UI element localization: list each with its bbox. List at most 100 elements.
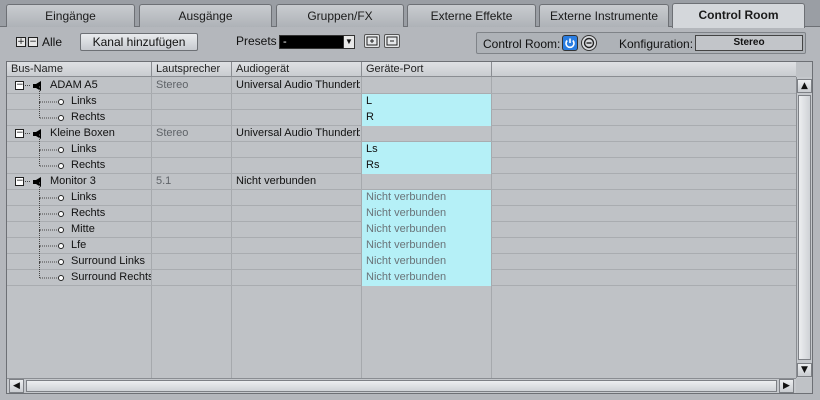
collapse-toggle-icon[interactable]: − <box>15 129 24 138</box>
collapse-toggle-icon[interactable]: − <box>15 177 24 186</box>
horizontal-scroll-thumb[interactable] <box>26 380 777 392</box>
bus-row[interactable]: − Monitor 3 5.1 Nicht verbunden <box>7 174 796 190</box>
device-port-cell[interactable]: Rs <box>362 158 491 174</box>
column-header-device-port[interactable]: Geräte-Port <box>362 62 492 77</box>
scroll-up-button[interactable]: ▲ <box>797 79 812 93</box>
tree-connector <box>25 181 30 182</box>
channel-name[interactable]: Links <box>71 142 151 158</box>
configuration-value[interactable]: Stereo <box>695 35 803 51</box>
channel-name[interactable]: Rechts <box>71 158 151 174</box>
tab-gruppen-fx[interactable]: Gruppen/FX <box>276 4 404 27</box>
bus-name[interactable]: Kleine Boxen <box>50 126 150 142</box>
tab-externe-effekte[interactable]: Externe Effekte <box>407 4 536 27</box>
bus-name[interactable]: Monitor 3 <box>50 174 150 190</box>
scroll-right-button[interactable]: ▶ <box>779 379 794 393</box>
channel-name[interactable]: Rechts <box>71 206 151 222</box>
device-port-cell[interactable]: Nicht verbunden <box>362 190 491 206</box>
column-header-filler <box>492 62 796 77</box>
vertical-scroll-thumb[interactable] <box>798 95 811 360</box>
channel-row[interactable]: Rechts Rs <box>7 150 796 174</box>
audio-device-cell[interactable] <box>236 222 360 238</box>
device-port-cell <box>362 78 491 94</box>
speaker-cell <box>156 110 230 126</box>
delete-preset-icon[interactable] <box>384 34 400 48</box>
channel-name[interactable]: Links <box>71 190 151 206</box>
channel-name[interactable]: Rechts <box>71 110 151 126</box>
audio-device-cell[interactable] <box>236 94 360 110</box>
bus-name[interactable]: ADAM A5 <box>50 78 150 94</box>
channel-name[interactable]: Surround Links <box>71 254 151 270</box>
audio-device-cell[interactable] <box>236 158 360 174</box>
tab-externe-instrumente[interactable]: Externe Instrumente <box>539 4 669 27</box>
plug-icon <box>40 275 64 281</box>
column-header-bus-name[interactable]: Bus-Name <box>7 62 152 77</box>
speaker-cell <box>156 222 230 238</box>
channel-row[interactable]: Mitte Nicht verbunden <box>7 214 796 238</box>
scroll-down-button[interactable]: ▼ <box>797 363 812 377</box>
tree-connector <box>25 85 30 86</box>
column-header-speaker[interactable]: Lautsprecher <box>152 62 232 77</box>
device-port-cell[interactable]: Nicht verbunden <box>362 222 491 238</box>
bus-row[interactable]: − ADAM A5 Stereo Universal Audio Thunderb <box>7 78 796 94</box>
channel-name[interactable]: Lfe <box>71 238 151 254</box>
empty-row <box>7 318 796 334</box>
save-preset-icon[interactable] <box>364 34 380 48</box>
toolbar: + − Alle Kanal hinzufügen Presets - ▼ Co… <box>0 28 820 58</box>
speaker-cell <box>156 142 230 158</box>
presets-dropdown-arrow[interactable]: ▼ <box>343 35 355 49</box>
speaker-icon <box>33 177 41 187</box>
bus-table: Bus-Name Lautsprecher Audiogerät Geräte-… <box>6 61 813 394</box>
expand-all-button[interactable]: + <box>16 37 26 47</box>
vertical-scrollbar[interactable]: ▲ ▼ <box>796 77 812 378</box>
device-port-cell[interactable]: Nicht verbunden <box>362 206 491 222</box>
control-room-label: Control Room: <box>483 37 561 51</box>
channel-name[interactable]: Links <box>71 94 151 110</box>
column-header-audio-device[interactable]: Audiogerät <box>232 62 362 77</box>
bus-row[interactable]: − Kleine Boxen Stereo Universal Audio Thund… <box>7 126 796 142</box>
edit-e-icon[interactable] <box>581 35 597 51</box>
device-port-cell[interactable]: Ls <box>362 142 491 158</box>
device-port-cell <box>362 174 491 190</box>
channel-row[interactable]: Surround Rechts Nicht verbunden <box>7 262 796 286</box>
collapse-toggle-icon[interactable]: − <box>15 81 24 90</box>
channel-name[interactable]: Surround Rechts <box>71 270 151 286</box>
empty-row <box>7 286 796 302</box>
tab-ausgaenge[interactable]: Ausgänge <box>139 4 272 27</box>
tab-control-room[interactable]: Control Room <box>672 3 805 28</box>
audio-device-cell[interactable] <box>236 270 360 286</box>
speaker-cell <box>156 94 230 110</box>
device-port-cell[interactable]: Nicht verbunden <box>362 270 491 286</box>
device-port-cell[interactable]: Nicht verbunden <box>362 254 491 270</box>
audio-device-cell[interactable]: Nicht verbunden <box>236 174 360 190</box>
audio-device-cell[interactable] <box>236 238 360 254</box>
audio-device-cell[interactable] <box>236 206 360 222</box>
audio-device-cell[interactable]: Universal Audio Thunderb <box>236 78 360 94</box>
add-channel-button[interactable]: Kanal hinzufügen <box>80 33 198 51</box>
device-port-cell[interactable]: Nicht verbunden <box>362 238 491 254</box>
channel-row[interactable]: Links Ls <box>7 134 796 158</box>
channel-row[interactable]: Surround Links Nicht verbunden <box>7 246 796 270</box>
speaker-cell <box>156 270 230 286</box>
plug-icon <box>40 259 64 265</box>
channel-row[interactable]: Rechts Nicht verbunden <box>7 198 796 222</box>
audio-device-cell[interactable] <box>236 254 360 270</box>
tab-eingaenge[interactable]: Eingänge <box>6 4 135 27</box>
speaker-icon <box>33 81 41 91</box>
channel-row[interactable]: Links L <box>7 86 796 110</box>
collapse-all-button[interactable]: − <box>28 37 38 47</box>
audio-device-cell[interactable]: Universal Audio Thunderb <box>236 126 360 142</box>
scroll-left-button[interactable]: ◀ <box>9 379 24 393</box>
plug-icon <box>40 195 64 201</box>
power-icon[interactable] <box>562 35 578 51</box>
channel-row[interactable]: Lfe Nicht verbunden <box>7 230 796 254</box>
device-port-cell[interactable]: L <box>362 94 491 110</box>
horizontal-scrollbar[interactable]: ◀ ▶ <box>7 378 796 393</box>
audio-device-cell[interactable] <box>236 110 360 126</box>
channel-name[interactable]: Mitte <box>71 222 151 238</box>
audio-device-cell[interactable] <box>236 190 360 206</box>
device-port-cell[interactable]: R <box>362 110 491 126</box>
device-port-cell <box>362 126 491 142</box>
audio-device-cell[interactable] <box>236 142 360 158</box>
channel-row[interactable]: Links Nicht verbunden <box>7 182 796 206</box>
channel-row[interactable]: Rechts R <box>7 102 796 126</box>
